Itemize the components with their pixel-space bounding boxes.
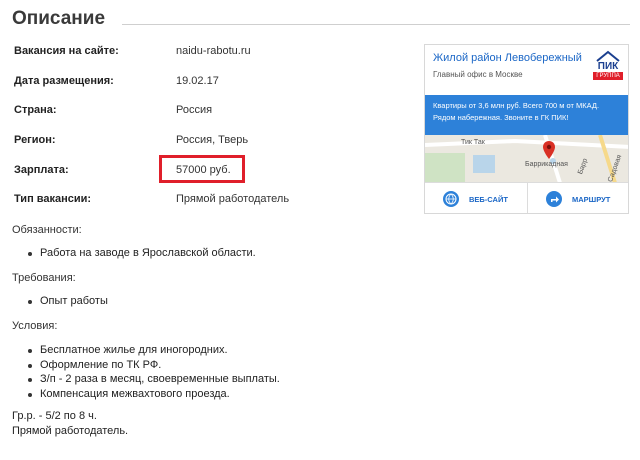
logo-text: ПИК [597, 61, 619, 72]
website-button-label: ВЕБ-САЙТ [469, 195, 508, 204]
route-button-label: МАРШРУТ [572, 195, 611, 204]
title-divider [122, 24, 630, 25]
website-button[interactable]: ВЕБ-САЙТ [425, 183, 527, 213]
detail-label: Регион: [14, 134, 56, 146]
map-pin-icon [543, 141, 555, 159]
detail-row-site: Вакансия на сайте: naidu-rabotu.ru [14, 45, 414, 61]
map-graphic [425, 135, 628, 183]
detail-row-date: Дата размещения: 19.02.17 [14, 75, 414, 91]
requirements-list: Опыт работы [26, 294, 108, 309]
requirements-heading: Требования: [12, 272, 76, 284]
conditions-heading: Условия: [12, 320, 58, 332]
list-item: Оформление по ТК РФ. [26, 358, 280, 373]
detail-label: Дата размещения: [14, 75, 114, 87]
route-arrow-icon [546, 191, 562, 207]
detail-label: Вакансия на сайте: [14, 45, 119, 57]
ad-block[interactable]: Жилой район Левобережный Главный офис в … [424, 44, 629, 214]
detail-value: naidu-rabotu.ru [176, 45, 251, 57]
detail-row-region: Регион: Россия, Тверь [14, 134, 414, 150]
list-item: З/п - 2 раза в месяц, своевременные выпл… [26, 372, 280, 387]
detail-label: Тип вакансии: [14, 193, 92, 205]
ad-map[interactable]: Тик Так Баррикадная Садовая Барр [425, 135, 628, 183]
map-label: Тик Так [461, 139, 485, 146]
list-item: Бесплатное жилье для иногородних. [26, 343, 280, 358]
schedule-text: Гр.р. - 5/2 по 8 ч. [12, 410, 97, 422]
list-item: Компенсация межвахтового проезда. [26, 387, 280, 402]
duties-heading: Обязанности: [12, 224, 82, 236]
logo-subtext: ГРУППА [593, 72, 623, 80]
detail-value: 19.02.17 [176, 75, 219, 87]
detail-value: Россия, Тверь [176, 134, 249, 146]
ad-title-link[interactable]: Жилой район Левобережный [433, 52, 582, 64]
map-label: Баррикадная [525, 161, 568, 168]
detail-value: Прямой работодатель [176, 193, 290, 205]
detail-row-type: Тип вакансии: Прямой работодатель [14, 193, 414, 209]
globe-icon [443, 191, 459, 207]
employer-text: Прямой работодатель. [12, 425, 129, 437]
pik-logo: ПИК ГРУППА [593, 50, 623, 80]
conditions-list: Бесплатное жилье для иногородних. Оформл… [26, 343, 280, 401]
ad-buttons: ВЕБ-САЙТ МАРШРУТ [425, 182, 628, 213]
detail-value: Россия [176, 104, 213, 116]
detail-row-country: Страна: Россия [14, 104, 414, 120]
salary-highlight-box [159, 155, 245, 183]
duties-list: Работа на заводе в Ярославской области. [26, 246, 256, 261]
ad-subtitle: Главный офис в Москве [433, 70, 523, 79]
page-title: Описание [12, 8, 106, 29]
detail-label: Зарплата: [14, 164, 69, 176]
route-button[interactable]: МАРШРУТ [527, 183, 628, 213]
list-item: Работа на заводе в Ярославской области. [26, 246, 256, 261]
detail-label: Страна: [14, 104, 57, 116]
ad-banner[interactable]: Квартиры от 3,6 млн руб. Всего 700 м от … [425, 95, 628, 135]
list-item: Опыт работы [26, 294, 108, 309]
